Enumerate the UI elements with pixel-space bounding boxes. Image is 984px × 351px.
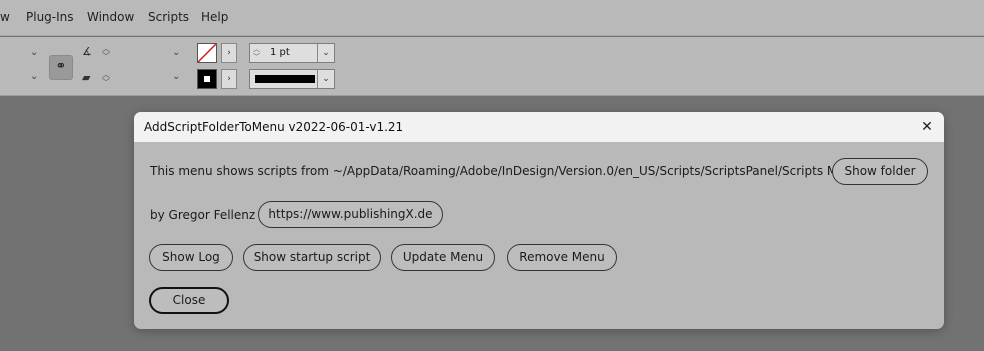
menu-window[interactable]: Window	[87, 10, 134, 24]
menu-help[interactable]: Help	[201, 10, 228, 24]
stroke-type-preview	[255, 75, 315, 83]
close-icon[interactable]: ✕	[916, 116, 938, 138]
stroke-menu-arrow[interactable]: ›	[221, 69, 237, 89]
stroke-type-select[interactable]: ⌄	[249, 69, 335, 89]
chevron-down-icon[interactable]: ⌄	[172, 72, 182, 82]
stroke-weight-value: 1 pt	[270, 47, 290, 58]
chevron-down-icon[interactable]: ⌄	[317, 44, 334, 62]
chevron-down-icon[interactable]: ⌄	[30, 72, 40, 82]
menu-view[interactable]: w	[0, 10, 10, 24]
script-dialog: AddScriptFolderToMenu v2022-06-01-v1.21 …	[134, 112, 944, 329]
dialog-title: AddScriptFolderToMenu v2022-06-01-v1.21	[144, 120, 404, 134]
menu-bar: w Plug-Ins Window Scripts Help	[0, 0, 984, 36]
menu-scripts[interactable]: Scripts	[148, 10, 189, 24]
chevron-down-icon[interactable]: ⌄	[172, 48, 182, 58]
update-menu-button[interactable]: Update Menu	[391, 244, 495, 271]
stroke-weight-field[interactable]: ︿ ﹀ 1 pt ⌄	[249, 43, 335, 63]
shear-icon: ▰	[82, 71, 91, 84]
close-button[interactable]: Close	[149, 287, 229, 314]
stepper-icon[interactable]: ︿ ﹀	[101, 45, 111, 61]
show-log-button[interactable]: Show Log	[149, 244, 233, 271]
fill-swatch-icon[interactable]	[197, 43, 217, 63]
show-folder-button[interactable]: Show folder	[832, 158, 928, 185]
fill-menu-arrow[interactable]: ›	[221, 43, 237, 63]
dialog-titlebar: AddScriptFolderToMenu v2022-06-01-v1.21 …	[134, 112, 944, 142]
none-slash-icon	[197, 43, 217, 63]
stroke-swatch-icon[interactable]	[197, 69, 217, 89]
show-startup-script-button[interactable]: Show startup script	[243, 244, 381, 271]
website-button[interactable]: https://www.publishingX.de	[258, 201, 443, 228]
stepper-icon[interactable]: ︿ ﹀	[253, 45, 260, 61]
rotate-angle-icon: ∡	[82, 45, 92, 58]
swatch-inner-icon	[204, 76, 210, 82]
link-icon[interactable]: ⚭	[49, 55, 73, 80]
chevron-down-icon[interactable]: ⌄	[30, 48, 40, 58]
scripts-path-text: This menu shows scripts from ~/AppData/R…	[150, 164, 860, 178]
chevron-down-icon[interactable]: ⌄	[317, 70, 334, 88]
menu-plug-ins[interactable]: Plug-Ins	[26, 10, 74, 24]
remove-menu-button[interactable]: Remove Menu	[507, 244, 617, 271]
control-bar: ⌄ ⌄ ⚭ ∡ ︿ ﹀ ⌄ ▰ ︿ ﹀ ⌄ › › ︿ ﹀ 1 pt ⌄ ⌄	[0, 37, 984, 96]
author-text: by Gregor Fellenz	[150, 208, 256, 222]
stepper-icon[interactable]: ︿ ﹀	[101, 71, 111, 87]
